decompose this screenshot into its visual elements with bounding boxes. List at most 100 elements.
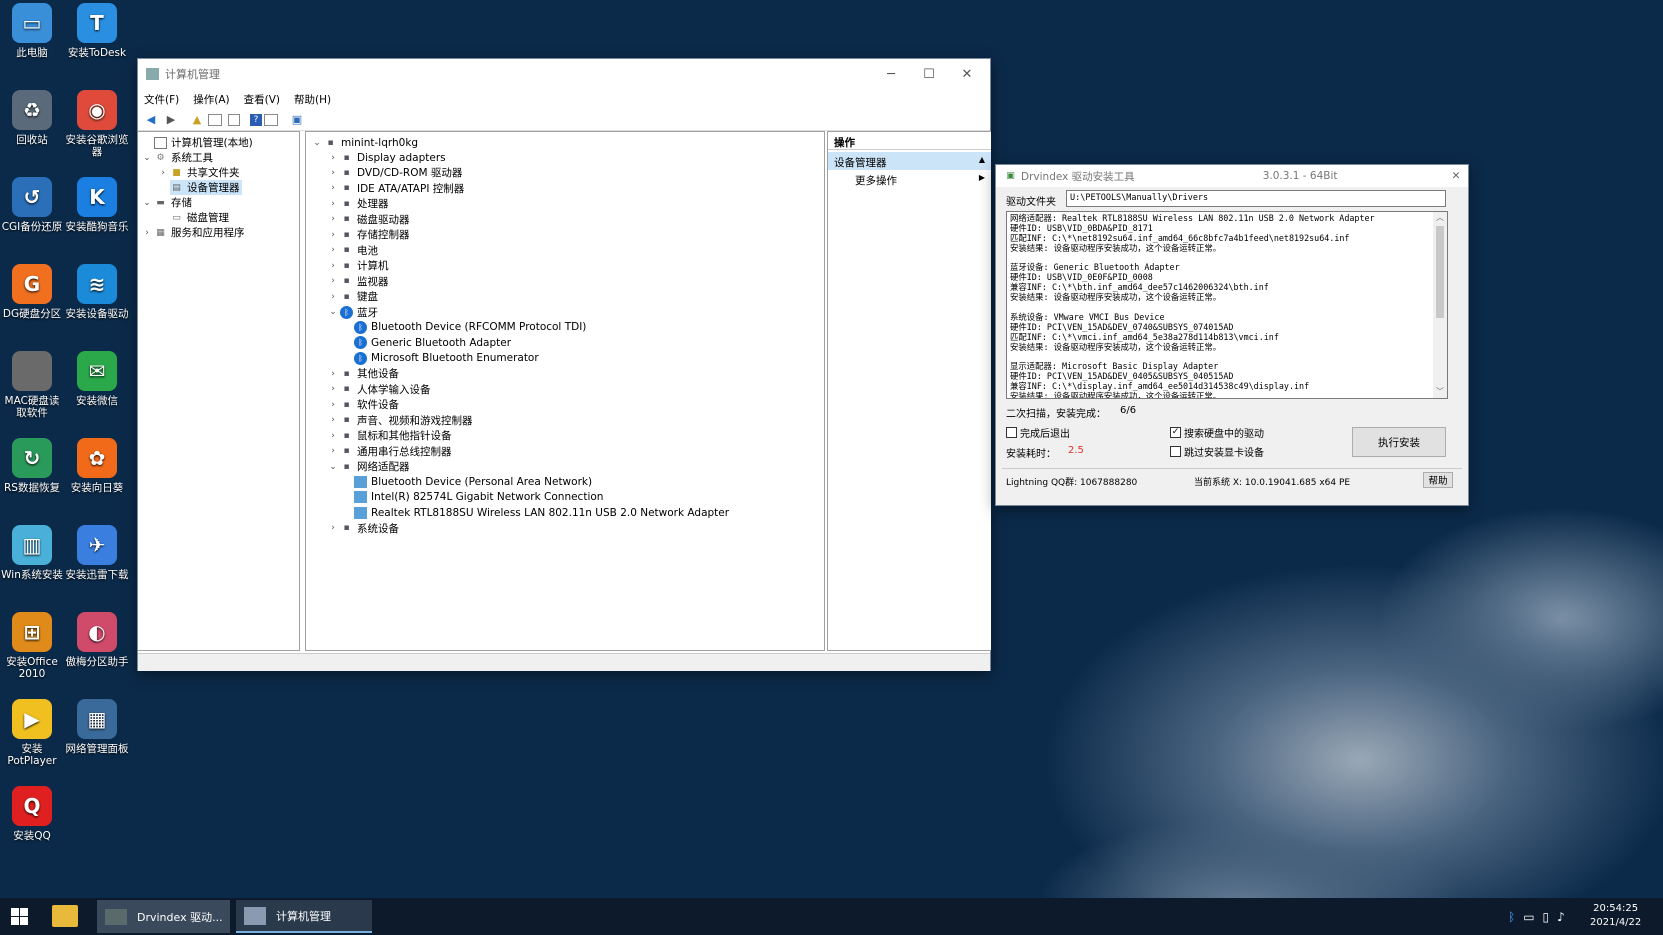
cm-titlebar[interactable]: 计算机管理 ─ ☐ ✕ <box>138 59 990 89</box>
tree-item-system-tools[interactable]: ⌄ ⚙ 系统工具 <box>140 150 213 165</box>
chevron-right-icon[interactable]: › <box>326 446 340 456</box>
install-log[interactable]: 网络适配器: Realtek RTL8188SU Wireless LAN 80… <box>1006 211 1448 399</box>
up-folder-icon[interactable]: ▲ <box>188 112 206 128</box>
chevron-right-icon[interactable]: › <box>326 523 340 533</box>
device-category[interactable]: › ▪ 系统设备 <box>326 521 399 536</box>
device-category[interactable]: › ▪ 其他设备 <box>326 366 399 381</box>
device-item[interactable]: Bluetooth Device (Personal Area Network) <box>354 474 592 489</box>
actions-more[interactable]: 更多操作 ▶ <box>828 170 991 188</box>
device-category[interactable]: › ▪ 键盘 <box>326 289 378 304</box>
skip-gpu-checkbox[interactable] <box>1170 446 1181 457</box>
tree-item-device-manager[interactable]: ▤ 设备管理器 <box>170 180 242 195</box>
chevron-right-icon[interactable]: › <box>326 369 340 379</box>
tree-item-root[interactable]: 计算机管理(本地) <box>140 135 253 150</box>
device-category[interactable]: › ▪ 磁盘驱动器 <box>326 212 409 227</box>
tree-item-disk-management[interactable]: ▭ 磁盘管理 <box>170 210 229 225</box>
desktop-icon[interactable]: K 安装酷狗音乐 <box>65 177 129 233</box>
device-category[interactable]: › ▪ Display adapters <box>326 150 445 165</box>
device-category[interactable]: › ▪ 人体学输入设备 <box>326 382 430 397</box>
search-disk-checkbox-row[interactable]: ✓ 搜索硬盘中的驱动 <box>1170 425 1264 440</box>
chevron-right-icon[interactable]: › <box>326 153 340 163</box>
bluetooth-icon[interactable]: ᛒ <box>1508 910 1515 924</box>
close-button[interactable]: ✕ <box>948 59 986 89</box>
show-hide-tree-icon[interactable] <box>208 113 222 126</box>
desktop-icon[interactable]: ▭ 此电脑 <box>0 3 64 59</box>
monitor-icon[interactable]: ▣ <box>288 112 306 128</box>
scroll-down-icon[interactable]: ﹀ <box>1433 386 1447 398</box>
device-category[interactable]: › ▪ DVD/CD-ROM 驱动器 <box>326 165 462 180</box>
device-item[interactable]: ᛒ Bluetooth Device (RFCOMM Protocol TDI) <box>354 320 586 335</box>
properties-icon[interactable] <box>228 113 240 126</box>
help-icon[interactable]: ? <box>250 113 262 126</box>
device-category[interactable]: › ▪ 电池 <box>326 243 378 258</box>
help-button[interactable]: 帮助 <box>1423 472 1453 488</box>
device-category[interactable]: › ▪ IDE ATA/ATAPI 控制器 <box>326 181 464 196</box>
desktop-icon[interactable]: ⊞ 安装Office 2010 <box>0 612 64 680</box>
chevron-right-icon[interactable]: › <box>326 261 340 271</box>
network-icon[interactable]: ▭ <box>1523 910 1534 924</box>
chevron-right-icon[interactable]: › <box>326 415 340 425</box>
scroll-up-icon[interactable]: ︿ <box>1433 212 1447 224</box>
chevron-down-icon[interactable]: ⌄ <box>326 307 340 317</box>
chevron-down-icon[interactable]: ⌄ <box>140 153 154 163</box>
device-category[interactable]: › ▪ 存储控制器 <box>326 227 409 242</box>
forward-arrow-icon[interactable]: ▶ <box>162 112 180 128</box>
taskbar-computer-management[interactable]: 计算机管理 <box>236 900 372 933</box>
chevron-right-icon[interactable]: › <box>326 214 340 224</box>
scroll-thumb[interactable] <box>1436 226 1444 318</box>
desktop-icon[interactable]: Q 安装QQ <box>0 786 64 842</box>
desktop-icon[interactable]: G DG硬盘分区 <box>0 264 64 320</box>
tree-item-services[interactable]: › ▦ 服务和应用程序 <box>140 225 244 240</box>
device-category[interactable]: ⌄ ᛒ 蓝牙 <box>326 305 378 320</box>
maximize-button[interactable]: ☐ <box>910 59 948 89</box>
tree-item-shared-folders[interactable]: › ■ 共享文件夹 <box>156 165 239 180</box>
desktop-icon[interactable]: ↺ CGI备份还原 <box>0 177 64 233</box>
close-icon[interactable]: ✕ <box>1444 170 1468 182</box>
chevron-right-icon[interactable]: › <box>326 276 340 286</box>
collapse-icon[interactable]: ▲ <box>979 155 985 167</box>
volume-icon[interactable]: ♪ <box>1557 910 1565 924</box>
device-item[interactable]: Realtek RTL8188SU Wireless LAN 802.11n U… <box>354 505 729 520</box>
desktop-icon[interactable]: ✿ 安装向日葵 <box>65 438 129 494</box>
desktop-icon[interactable]: ▶ 安装PotPlayer <box>0 699 64 767</box>
desktop-icon[interactable]: ↻ RS数据恢复 <box>0 438 64 494</box>
chevron-right-icon[interactable]: › <box>326 431 340 441</box>
chevron-right-icon[interactable]: › <box>326 168 340 178</box>
chevron-down-icon[interactable]: ⌄ <box>140 198 154 208</box>
dr-titlebar[interactable]: ▣ Drvindex 驱动安装工具 3.0.3.1 - 64Bit ✕ <box>996 165 1468 187</box>
clock[interactable]: 20:54:25 2021/4/22 <box>1590 902 1641 930</box>
view-icon[interactable] <box>264 113 278 126</box>
menu-action[interactable]: 操作(A) <box>193 92 229 107</box>
file-explorer-taskbar-icon[interactable] <box>52 905 78 927</box>
device-category[interactable]: › ▪ 处理器 <box>326 196 388 211</box>
chevron-right-icon[interactable]: › <box>140 228 154 238</box>
device-category[interactable]: › ▪ 通用串行总线控制器 <box>326 444 451 459</box>
folder-input[interactable]: U:\PETOOLS\Manually\Drivers <box>1066 190 1446 207</box>
device-item[interactable]: ᛒ Microsoft Bluetooth Enumerator <box>354 351 539 366</box>
chevron-right-icon[interactable]: › <box>326 230 340 240</box>
desktop-icon[interactable]: ◉ 安装谷歌浏览器 <box>65 90 129 158</box>
chevron-right-icon[interactable]: › <box>156 168 170 178</box>
desktop-icon[interactable]: ◐ 傲梅分区助手 <box>65 612 129 668</box>
chevron-down-icon[interactable]: ⌄ <box>326 462 340 472</box>
device-tree-root[interactable]: ⌄ ▪ minint-lqrh0kg <box>310 135 418 150</box>
device-category[interactable]: › ▪ 软件设备 <box>326 397 399 412</box>
back-arrow-icon[interactable]: ◀ <box>142 112 160 128</box>
log-scrollbar[interactable]: ︿ ﹀ <box>1433 212 1447 398</box>
tree-item-storage[interactable]: ⌄ ▬ 存储 <box>140 195 192 210</box>
menu-help[interactable]: 帮助(H) <box>294 92 331 107</box>
exit-checkbox[interactable] <box>1006 427 1017 438</box>
start-button[interactable] <box>0 898 38 935</box>
device-category[interactable]: › ▪ 鼠标和其他指针设备 <box>326 428 451 443</box>
desktop-icon[interactable]: ♻ 回收站 <box>0 90 64 146</box>
menu-view[interactable]: 查看(V) <box>244 92 280 107</box>
chevron-right-icon[interactable]: › <box>326 400 340 410</box>
battery-icon[interactable]: ▯ <box>1543 910 1550 924</box>
chevron-right-icon[interactable]: › <box>326 245 340 255</box>
minimize-button[interactable]: ─ <box>872 59 910 89</box>
exit-checkbox-row[interactable]: 完成后退出 <box>1006 425 1070 440</box>
skip-gpu-checkbox-row[interactable]: 跳过安装显卡设备 <box>1170 444 1264 459</box>
device-category[interactable]: › ▪ 声音、视频和游戏控制器 <box>326 413 472 428</box>
desktop-icon[interactable]: T 安装ToDesk <box>65 3 129 59</box>
chevron-right-icon[interactable]: › <box>326 292 340 302</box>
